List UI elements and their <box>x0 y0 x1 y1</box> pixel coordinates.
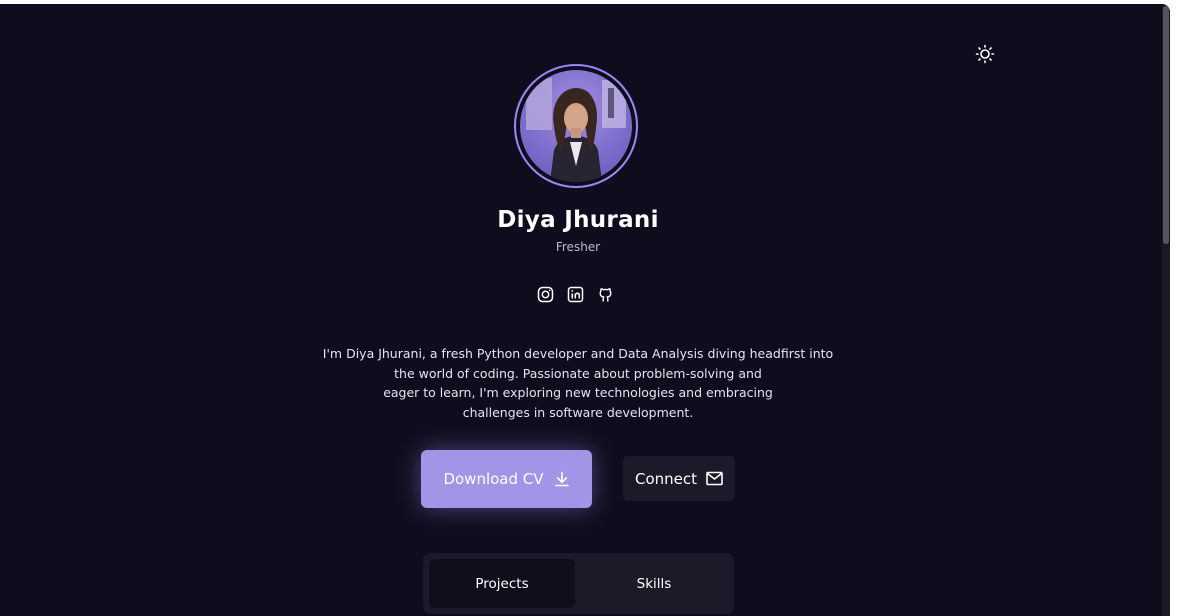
connect-button[interactable]: Connect <box>623 456 735 501</box>
linkedin-icon <box>567 286 583 302</box>
avatar-frame <box>514 64 638 188</box>
instagram-link[interactable] <box>536 285 554 303</box>
mail-icon <box>706 471 723 486</box>
section-tabs: Projects Skills <box>423 553 734 614</box>
profile-role: Fresher <box>555 240 601 254</box>
profile-name: Diya Jhurani <box>497 207 659 233</box>
avatar <box>520 70 632 182</box>
connect-label: Connect <box>634 469 698 488</box>
bio-line: the world of coding. Passionate about pr… <box>394 365 762 381</box>
theme-toggle-button[interactable] <box>972 41 998 67</box>
bio-line: I'm Diya Jhurani, a fresh Python develop… <box>322 346 834 361</box>
linkedin-link[interactable] <box>566 285 584 303</box>
download-cv-button[interactable]: Download CV <box>421 450 592 508</box>
portfolio-page: Diya Jhurani Fresher I'm Diya Jhurani, a… <box>0 4 1170 616</box>
scrollbar-thumb[interactable] <box>1163 6 1169 244</box>
github-link[interactable] <box>596 285 614 303</box>
github-icon <box>599 287 611 301</box>
profile-bio: I'm Diya Jhurani, a fresh Python develop… <box>300 344 856 422</box>
instagram-icon <box>537 286 553 302</box>
tab-skills[interactable]: Skills <box>581 559 727 608</box>
tab-projects[interactable]: Projects <box>429 559 575 608</box>
scrollbar[interactable] <box>1162 4 1170 616</box>
bio-line: challenges in software development. <box>462 404 694 420</box>
bio-line: eager to learn, I'm exploring new techno… <box>383 385 773 401</box>
sun-icon <box>975 44 995 64</box>
download-icon <box>554 471 569 487</box>
social-links <box>536 285 614 303</box>
download-cv-label: Download CV <box>443 470 544 488</box>
